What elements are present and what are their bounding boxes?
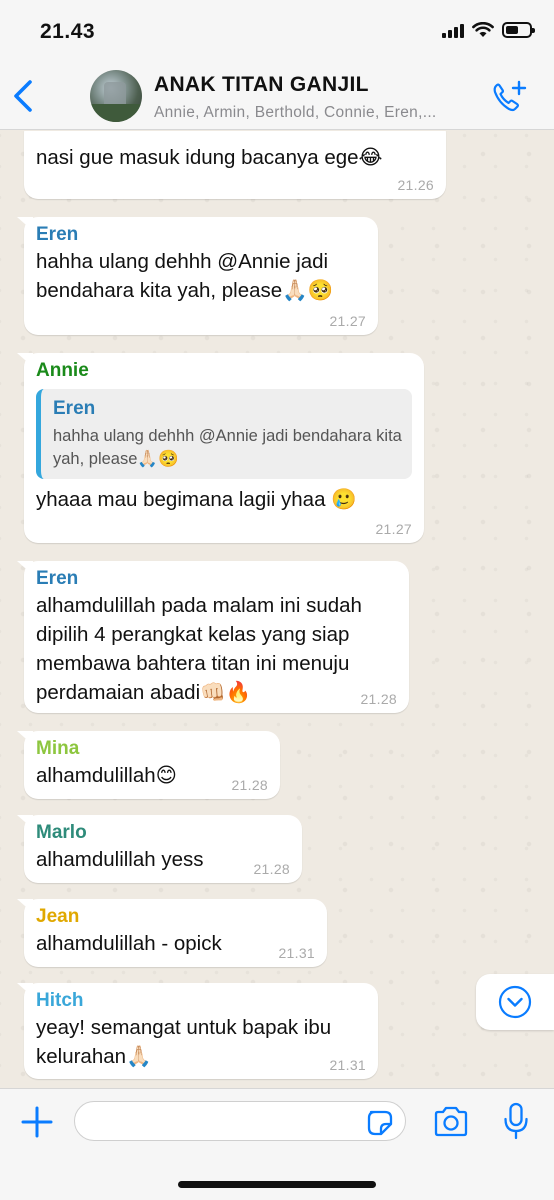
message-time: 21.27 (329, 313, 366, 329)
message-bubble[interactable]: Annie Eren hahha ulang dehhh @Annie jadi… (17, 353, 424, 543)
quoted-text: hahha ulang dehhh @Annie jadi bendahara … (53, 427, 402, 468)
group-avatar[interactable] (90, 70, 142, 122)
message-text: yhaaa mau begimana lagii yhaa 🥲 (36, 488, 357, 511)
message-bubble[interactable]: Eren hahha ulang dehhh @Annie jadi benda… (17, 217, 378, 335)
back-chevron-icon[interactable] (10, 78, 40, 114)
message-sender[interactable]: Eren (36, 567, 397, 591)
plus-icon[interactable] (20, 1105, 54, 1139)
message-sender[interactable]: Marlo (36, 821, 290, 845)
camera-icon[interactable] (432, 1105, 470, 1139)
message-bubble[interactable]: Eren alhamdulillah pada malam ini sudah … (17, 561, 409, 713)
battery-icon (502, 22, 535, 38)
bubble-tail (17, 561, 33, 575)
message-text: alhamdulillah - opick (36, 932, 222, 955)
bubble-tail (17, 815, 33, 829)
microphone-icon[interactable] (502, 1101, 530, 1141)
group-title[interactable]: ANAK TITAN GANJIL (154, 73, 369, 97)
message-text: nasi gue masuk idung bacanya ege😂 (36, 146, 383, 169)
message-sender[interactable]: Mina (36, 737, 268, 761)
message-sender[interactable]: Annie (36, 359, 412, 383)
message-bubble[interactable]: nasi gue masuk idung bacanya ege😂 21.26 (24, 131, 446, 199)
message-sender[interactable]: Hitch (36, 989, 366, 1013)
message-bubble[interactable]: Marlo alhamdulillah yess 21.28 (17, 815, 302, 883)
message-text: yeay! semangat untuk bapak ibu kelurahan… (36, 1016, 332, 1068)
status-time: 21.43 (40, 20, 96, 43)
chat-header: ANAK TITAN GANJIL Annie, Armin, Berthold… (0, 62, 554, 130)
bubble-tail (17, 899, 33, 913)
status-bar: 21.43 (0, 0, 554, 62)
add-call-icon[interactable] (490, 79, 528, 115)
quoted-message[interactable]: Eren hahha ulang dehhh @Annie jadi benda… (36, 389, 412, 479)
message-input[interactable] (74, 1101, 406, 1141)
bubble-tail (17, 353, 33, 367)
scroll-down-icon (498, 985, 532, 1019)
scroll-down-button[interactable] (476, 974, 554, 1030)
home-indicator (178, 1181, 376, 1188)
message-text: hahha ulang dehhh @Annie jadi bendahara … (36, 250, 334, 302)
message-text: alhamdulillah pada malam ini sudah dipil… (36, 594, 362, 704)
message-time: 21.31 (329, 1057, 366, 1073)
message-time: 21.28 (253, 861, 290, 877)
message-time: 21.31 (278, 945, 315, 961)
message-text: alhamdulillah yess (36, 848, 204, 871)
message-bubble[interactable]: Jean alhamdulillah - opick 21.31 (17, 899, 327, 967)
quoted-sender: Eren (53, 398, 96, 419)
composer-bar (0, 1088, 554, 1200)
message-time: 21.28 (231, 777, 268, 793)
chat-area[interactable]: nasi gue masuk idung bacanya ege😂 21.26 … (0, 131, 554, 1088)
message-sender[interactable]: Eren (36, 223, 366, 247)
sticker-icon[interactable] (366, 1109, 394, 1137)
bubble-tail (17, 731, 33, 745)
message-bubble[interactable]: Hitch yeay! semangat untuk bapak ibu kel… (17, 983, 378, 1079)
status-icons (442, 22, 535, 38)
message-time: 21.28 (360, 691, 397, 707)
bubble-tail (17, 983, 33, 997)
message-bubble[interactable]: Mina alhamdulillah😊 21.28 (17, 731, 280, 799)
cellular-signal-icon (442, 22, 464, 38)
group-members[interactable]: Annie, Armin, Berthold, Connie, Eren,... (154, 104, 484, 122)
wifi-icon (472, 22, 494, 37)
bubble-tail (17, 217, 33, 231)
message-time: 21.26 (397, 177, 434, 193)
message-time: 21.27 (375, 521, 412, 537)
message-sender[interactable]: Jean (36, 905, 315, 929)
